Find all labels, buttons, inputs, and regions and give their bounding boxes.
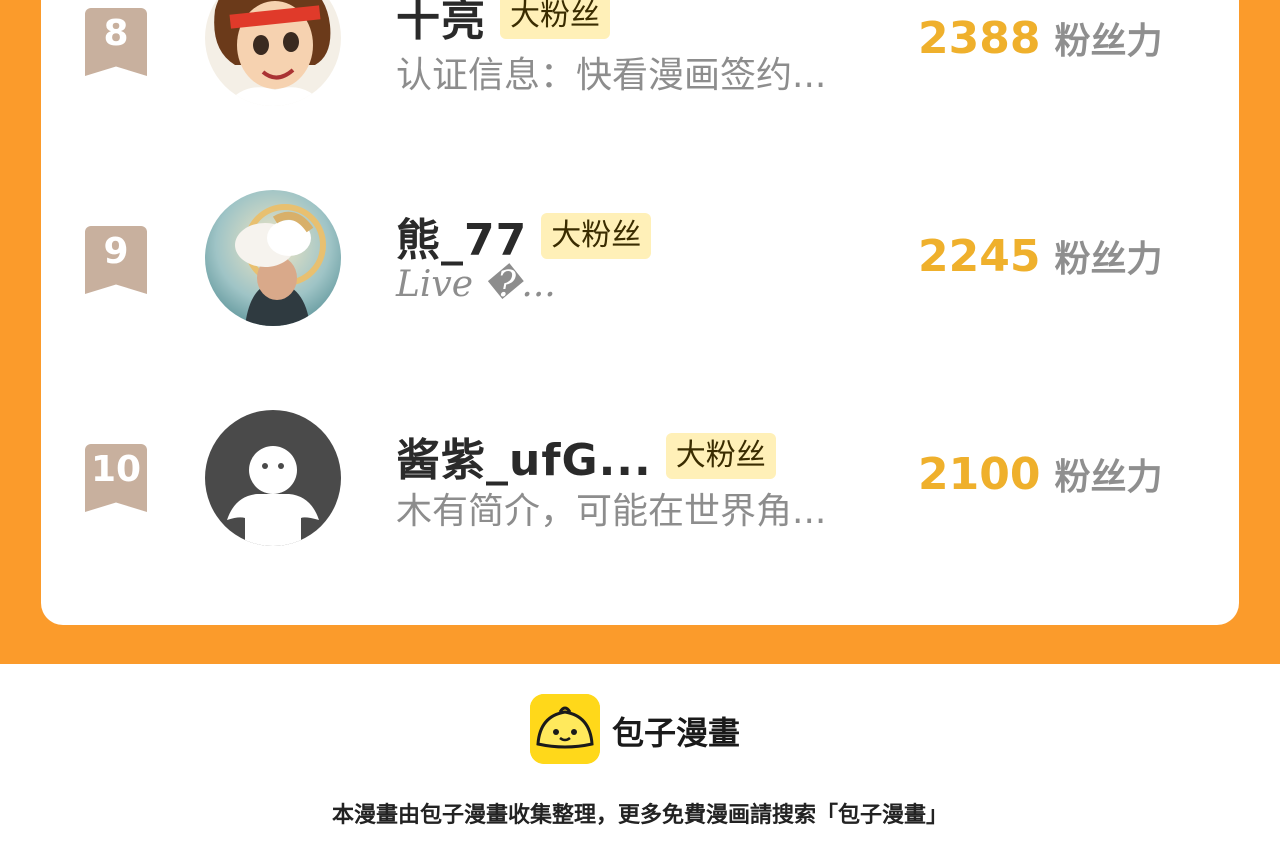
fan-power: 2100 粉丝力 — [918, 448, 1162, 500]
brand-name: 包子漫畫 — [612, 714, 741, 752]
rank-badge-icon: 9 — [85, 226, 147, 294]
leaderboard-row-8[interactable]: 8 十亮 大粉丝 认证信息：快看漫画签约... 2388 粉丝力 — [41, 0, 1239, 120]
bun-face-logo-icon — [530, 694, 600, 764]
fan-level-tag: 大粉丝 — [500, 0, 610, 39]
fan-power-unit: 粉丝力 — [1054, 457, 1163, 498]
user-description: 木有简介，可能在世界角... — [396, 491, 827, 532]
rank-number: 8 — [103, 13, 129, 54]
fan-power-unit: 粉丝力 — [1054, 21, 1163, 62]
cartoon-girl-headband-avatar[interactable] — [205, 0, 341, 106]
leaderboard-row-10[interactable]: 10 酱紫_ufG... 大粉丝 木有简介，可能在世界角... 2100 粉丝力 — [41, 406, 1239, 556]
user-description: Live �... — [396, 264, 556, 305]
fan-power-value: 2100 — [918, 449, 1041, 500]
fan-power-value: 2245 — [918, 231, 1041, 282]
rank-badge-icon: 8 — [85, 8, 147, 76]
user-name[interactable]: 酱紫_ufG... — [396, 424, 652, 488]
leaderboard-card: 8 十亮 大粉丝 认证信息：快看漫画签约... 2388 粉丝力 9 熊_77 … — [41, 0, 1239, 625]
painted-person-cloud-head-avatar[interactable] — [205, 190, 341, 326]
rank-number: 9 — [103, 231, 129, 272]
fan-level-tag: 大粉丝 — [541, 213, 652, 259]
user-name[interactable]: 熊_77 — [396, 204, 527, 268]
user-description: 认证信息：快看漫画签约... — [396, 55, 827, 96]
rank-badge-icon: 10 — [85, 444, 147, 512]
user-name-line: 熊_77 大粉丝 — [396, 204, 652, 268]
footer-note: 本漫畫由包子漫畫收集整理，更多免費漫画請搜索「包子漫畫」 — [331, 803, 948, 828]
rank-number: 10 — [90, 449, 142, 490]
user-name-line: 十亮 大粉丝 — [396, 0, 610, 46]
leaderboard-row-9[interactable]: 9 熊_77 大粉丝 Live �... 2245 粉丝力 — [41, 188, 1239, 338]
user-name-line: 酱紫_ufG... 大粉丝 — [396, 426, 776, 486]
default-user-silhouette-avatar[interactable] — [205, 410, 341, 546]
fan-power-unit: 粉丝力 — [1054, 239, 1163, 280]
fan-power: 2388 粉丝力 — [918, 12, 1162, 64]
fan-power-value: 2388 — [918, 13, 1041, 64]
fan-power: 2245 粉丝力 — [918, 230, 1162, 282]
user-name[interactable]: 十亮 — [396, 0, 486, 48]
fan-level-tag: 大粉丝 — [665, 433, 776, 479]
